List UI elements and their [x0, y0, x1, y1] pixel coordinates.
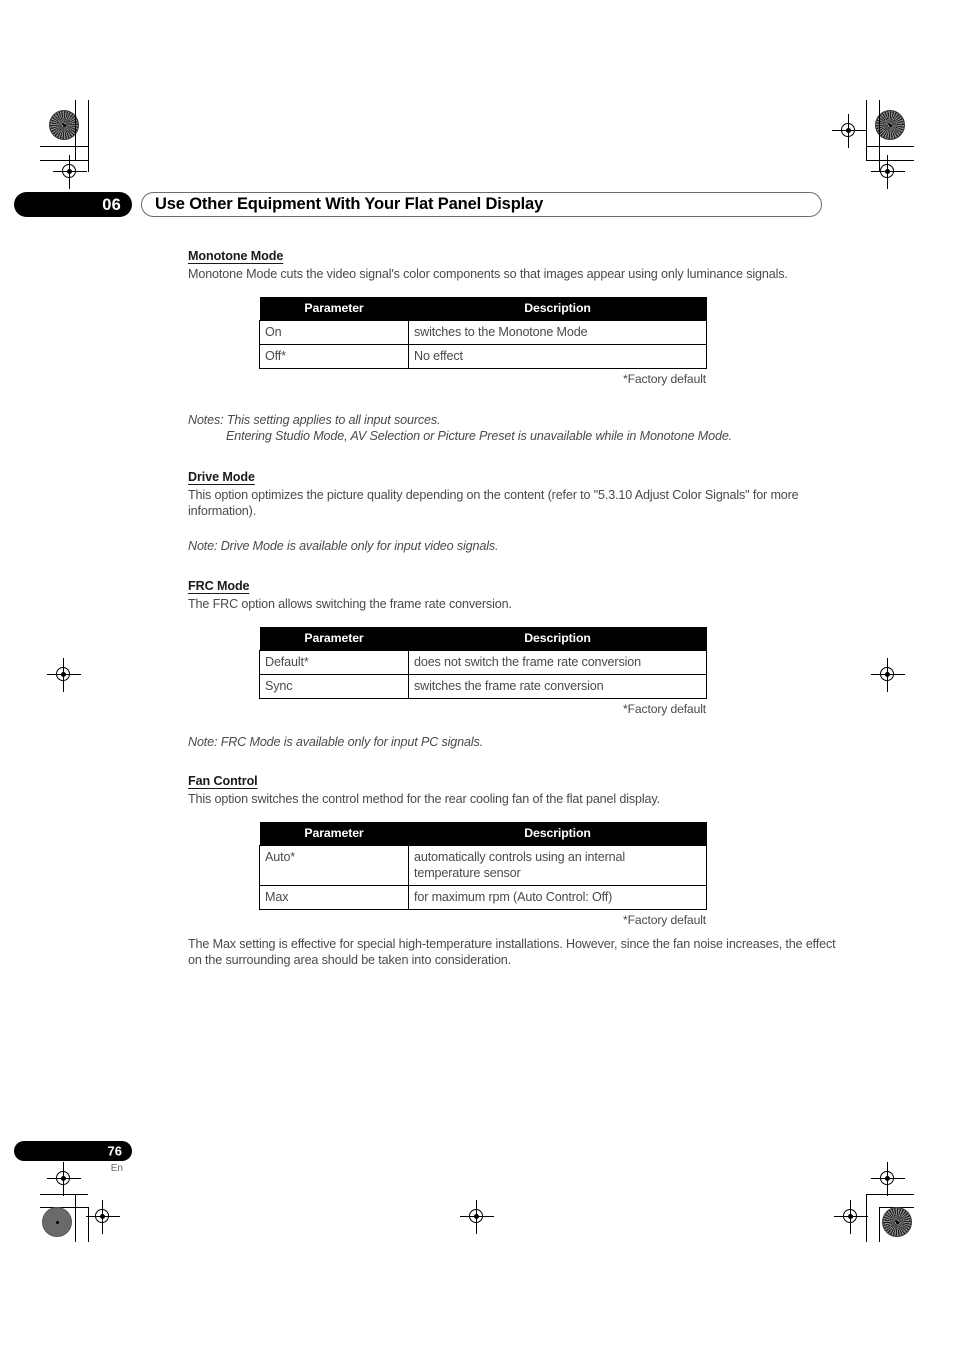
- section-closing-paragraph: The Max setting is effective for special…: [188, 936, 836, 968]
- cell-parameter: On: [259, 319, 409, 345]
- table-row: Default* does not switch the frame rate …: [259, 649, 707, 675]
- parameter-table-monotone-mode: Parameter Description On switches to the…: [259, 296, 707, 369]
- color-registration-target-top-left: [49, 110, 79, 140]
- cell-parameter: Auto*: [259, 844, 409, 886]
- section-note: Entering Studio Mode, AV Selection or Pi…: [226, 429, 733, 443]
- registration-crosshair-bottom-right-outer: [871, 1162, 905, 1196]
- section-note: Note: FRC Mode is available only for inp…: [188, 734, 483, 749]
- table-header-row: Parameter Description: [259, 296, 707, 320]
- registration-crosshair-top-left-outer: [53, 155, 87, 189]
- registration-crosshair-mid-left: [47, 658, 81, 692]
- cell-description: switches the frame rate conversion: [408, 673, 707, 699]
- crop-rule: [866, 100, 868, 160]
- cell-parameter: Default*: [259, 649, 409, 675]
- section-heading: Drive Mode: [188, 469, 255, 484]
- crop-rule: [40, 1194, 88, 1196]
- section-monotone-mode: Monotone Mode Monotone Mode cuts the vid…: [188, 0, 838, 445]
- cell-parameter: Off*: [259, 343, 409, 369]
- cell-parameter: Sync: [259, 673, 409, 699]
- color-registration-target-bottom-left: [42, 1207, 72, 1237]
- table-row: Auto* automatically controls using an in…: [259, 844, 707, 886]
- factory-default-footnote: *Factory default: [623, 912, 706, 927]
- cell-description: switches to the Monotone Mode: [408, 319, 707, 345]
- chapter-number: 06: [102, 195, 121, 214]
- registration-crosshair-mid-right: [871, 658, 905, 692]
- crop-rule: [866, 1194, 868, 1242]
- section-intro: This option optimizes the picture qualit…: [188, 487, 799, 519]
- color-registration-target-bottom-right: [882, 1207, 912, 1237]
- column-header-parameter: Parameter: [259, 296, 409, 320]
- page-number-badge: 76: [14, 1141, 132, 1161]
- cell-description: does not switch the frame rate conversio…: [408, 649, 707, 675]
- column-header-description: Description: [408, 626, 707, 650]
- table-row: Off* No effect: [259, 343, 707, 369]
- table-row: On switches to the Monotone Mode: [259, 319, 707, 345]
- section-note: Note: Drive Mode is available only for i…: [188, 538, 499, 553]
- crop-rule: [866, 146, 914, 148]
- main-content: Monotone Mode Monotone Mode cuts the vid…: [188, 0, 838, 969]
- table-row: Sync switches the frame rate conversion: [259, 673, 707, 699]
- chapter-number-badge: 06: [14, 192, 132, 217]
- factory-default-footnote: *Factory default: [623, 701, 706, 716]
- section-fan-control: Fan Control This option switches the con…: [188, 774, 838, 969]
- language-code: En: [110, 1163, 123, 1174]
- factory-default-footnote: *Factory default: [623, 371, 706, 386]
- parameter-table-fan-control: Parameter Description Auto* automaticall…: [259, 821, 707, 910]
- registration-crosshair-bottom-left-inner: [86, 1200, 120, 1234]
- crop-rule: [879, 1207, 881, 1242]
- color-registration-target-top-right: [875, 110, 905, 140]
- section-intro: Monotone Mode cuts the video signal's co…: [188, 267, 788, 281]
- table-header-row: Parameter Description: [259, 821, 707, 845]
- registration-crosshair-top-left-inner: [88, 114, 122, 148]
- crop-rule: [75, 1194, 77, 1242]
- crop-rule: [879, 100, 881, 172]
- crop-rule: [879, 1207, 914, 1209]
- section-heading: Monotone Mode: [188, 249, 284, 263]
- table-row: Max for maximum rpm (Auto Control: Off): [259, 884, 707, 910]
- page-number: 76: [107, 1143, 122, 1159]
- registration-crosshair-bottom-right-inner: [834, 1200, 868, 1234]
- column-header-parameter: Parameter: [259, 626, 409, 650]
- section-intro: The FRC option allows switching the fram…: [188, 597, 512, 611]
- section-note: Notes: This setting applies to all input…: [188, 412, 441, 427]
- section-frc-mode: FRC Mode The FRC option allows switching…: [188, 579, 838, 750]
- crop-rule: [75, 100, 77, 160]
- crop-rule: [40, 146, 88, 148]
- crop-rule: [866, 1194, 914, 1196]
- parameter-table-frc-mode: Parameter Description Default* does not …: [259, 626, 707, 699]
- crop-rule: [40, 1207, 88, 1209]
- section-heading: FRC Mode: [188, 579, 250, 593]
- section-heading: Fan Control: [188, 774, 258, 788]
- section-drive-mode: Drive Mode This option optimizes the pic…: [188, 470, 838, 555]
- crop-rule: [88, 100, 90, 172]
- registration-crosshair-bottom-center: [460, 1200, 494, 1234]
- crop-rule: [40, 160, 88, 162]
- cell-description: automatically controls using an internal…: [408, 844, 707, 886]
- column-header-parameter: Parameter: [259, 821, 409, 845]
- section-intro: This option switches the control method …: [188, 792, 660, 806]
- cell-description: for maximum rpm (Auto Control: Off): [408, 884, 707, 910]
- registration-crosshair-top-right-outer: [871, 155, 905, 189]
- column-header-description: Description: [408, 821, 707, 845]
- column-header-description: Description: [408, 296, 707, 320]
- crop-rule: [88, 1207, 90, 1242]
- cell-description: No effect: [408, 343, 707, 369]
- table-header-row: Parameter Description: [259, 626, 707, 650]
- crop-rule: [866, 160, 914, 162]
- cell-parameter: Max: [259, 884, 409, 910]
